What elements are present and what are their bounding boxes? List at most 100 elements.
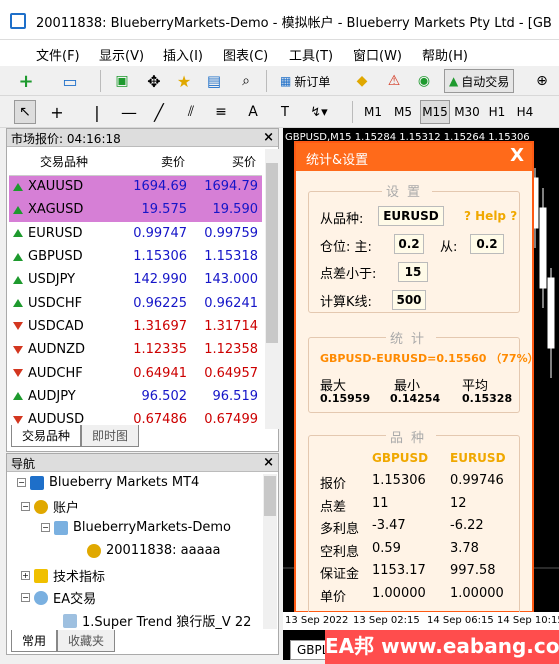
symbol-2-value: -6.22: [450, 518, 484, 533]
menu-help[interactable]: 帮助(H): [422, 45, 468, 64]
symbol-2-value: 0.99746: [450, 473, 504, 488]
table-row[interactable]: AUDJPY 96.502 96.519: [9, 385, 262, 408]
tf-h4[interactable]: H4: [514, 100, 536, 124]
from-symbol-input[interactable]: EURUSD: [378, 206, 444, 226]
auto-trade-button[interactable]: ▲ 自动交易: [444, 69, 515, 93]
column-header-ask[interactable]: 买价: [191, 149, 262, 176]
window-title: 20011838: BlueberryMarkets-Demo - 模拟帐户 -…: [36, 16, 552, 31]
ask-cell: 1.31714: [204, 318, 258, 334]
line-studies-toolbar: ↖ + | — ╱ ⫽ ≡ A T ↯▾ M1 M5 M15 M30 H1 H4: [0, 96, 559, 128]
accounts-icon: [34, 499, 48, 514]
menu-tools[interactable]: 工具(T): [289, 45, 333, 64]
kline-input[interactable]: 500: [392, 290, 426, 310]
tab-favorites[interactable]: 收藏夹: [57, 630, 116, 652]
table-row[interactable]: USDCAD 1.31697 1.31714: [9, 315, 262, 338]
meta-editor-icon[interactable]: ◆: [350, 69, 374, 93]
symbol-cell: XAGUSD: [9, 198, 119, 222]
menu-insert[interactable]: 插入(I): [163, 45, 203, 64]
table-row[interactable]: USDJPY 142.990 143.000: [9, 268, 262, 291]
navigator-icon[interactable]: ★: [172, 69, 196, 93]
tree-account-item[interactable]: 20011838: aaaaa: [87, 543, 221, 558]
zoom-in-icon[interactable]: ⊕: [530, 69, 554, 93]
tab-common[interactable]: 常用: [11, 630, 58, 652]
scrollbar-thumb[interactable]: [266, 163, 278, 343]
position-sub-label: 从:: [440, 240, 458, 255]
tf-h1[interactable]: H1: [486, 100, 508, 124]
arrows-dropdown-icon[interactable]: ↯▾: [304, 100, 334, 124]
tab-tick-chart[interactable]: 即时图: [81, 425, 140, 447]
standard-toolbar: + ▭ ▣ ✥ ★ ▤ ⌕ ▦ 新订单 ◆ ⚠ ◉ ▲ 自动交易 ⊕: [0, 66, 559, 96]
table-row[interactable]: XAGUSD 19.575 19.590: [9, 198, 262, 222]
close-icon[interactable]: ×: [263, 130, 274, 145]
indicators-icon: [34, 568, 48, 583]
trendline-icon[interactable]: ╱: [148, 100, 170, 124]
bid-cell: 142.990: [133, 272, 187, 288]
help-link[interactable]: ? Help ?: [464, 209, 517, 223]
symbol-cell: XAUUSD: [9, 175, 119, 199]
tab-symbols[interactable]: 交易品种: [11, 425, 82, 447]
tf-m1[interactable]: M1: [360, 100, 386, 124]
horizontal-line-icon[interactable]: —: [118, 100, 140, 124]
tree-root[interactable]: − Blueberry Markets MT4: [17, 475, 199, 490]
new-order-button[interactable]: ▦ 新订单: [276, 69, 334, 93]
dialog-close-button[interactable]: X: [510, 145, 524, 166]
symbol-row-label: 保证金: [320, 567, 360, 582]
signals-icon[interactable]: ◉: [412, 69, 436, 93]
label-tool-icon[interactable]: T: [274, 100, 296, 124]
table-row[interactable]: EURUSD 0.99747 0.99759: [9, 222, 262, 245]
table-row[interactable]: AUDNZD 1.12335 1.12358: [9, 338, 262, 361]
ask-cell: 0.96241: [204, 295, 258, 311]
channel-icon[interactable]: ⫽: [180, 100, 202, 124]
tree-ea-item[interactable]: 1.Super Trend 狼行版_V 22: [63, 611, 251, 630]
column-header-symbol[interactable]: 交易品种: [9, 149, 119, 176]
menu-window[interactable]: 窗口(W): [353, 45, 402, 64]
strategy-tester-icon[interactable]: ⌕: [234, 69, 258, 93]
menu-view[interactable]: 显示(V): [99, 45, 144, 64]
symbol-row-label: 点差: [320, 499, 347, 515]
symbol-cell: USDJPY: [9, 268, 119, 291]
profiles-icon[interactable]: ▭: [58, 69, 82, 93]
symbol-1-value: 1.00000: [372, 585, 426, 601]
vertical-line-icon[interactable]: |: [86, 100, 108, 124]
data-window-icon[interactable]: ✥: [142, 69, 166, 93]
column-header-bid[interactable]: 卖价: [119, 149, 191, 176]
position-main-input[interactable]: 0.2: [394, 234, 424, 254]
menu-file[interactable]: 文件(F): [36, 45, 80, 64]
table-row[interactable]: GBPUSD 1.15306 1.15318: [9, 245, 262, 268]
tree-indicators[interactable]: + 技术指标: [21, 566, 105, 585]
tree-server[interactable]: − BlueberryMarkets-Demo: [41, 520, 231, 535]
arrow-up-icon: [13, 182, 23, 191]
symbol-1-value: 0.59: [372, 540, 401, 556]
stats-settings-dialog: 统计&设置 X 设置 从品种: EURUSD ? Help ? 仓位: 主: 0…: [294, 141, 539, 615]
symbol-cell: USDCAD: [9, 315, 119, 338]
close-icon[interactable]: ×: [263, 455, 274, 470]
crosshair-icon[interactable]: +: [46, 100, 68, 124]
tf-m15[interactable]: M15: [420, 100, 450, 124]
market-watch-icon[interactable]: ▣: [110, 69, 134, 93]
spread-input[interactable]: 15: [398, 262, 428, 282]
menu-chart[interactable]: 图表(C): [223, 45, 268, 64]
position-sub-input[interactable]: 0.2: [470, 234, 504, 254]
text-tool-icon[interactable]: A: [242, 100, 264, 124]
tree-expert-advisors[interactable]: − EA交易: [21, 588, 96, 607]
tf-m30[interactable]: M30: [452, 100, 482, 124]
symbol-2-value: 997.58: [450, 563, 496, 578]
dialog-header: 统计&设置 X: [296, 143, 532, 171]
cursor-icon[interactable]: ↖: [14, 100, 36, 124]
tf-m5[interactable]: M5: [390, 100, 416, 124]
navigator-panel: 导航 × − Blueberry Markets MT4 − 账户 − Blueber…: [6, 453, 279, 655]
bid-cell: 1.15306: [133, 249, 187, 265]
new-chart-icon[interactable]: +: [14, 69, 38, 93]
terminal-icon[interactable]: ▤: [202, 69, 226, 93]
terminal-icon: [30, 475, 44, 490]
table-row[interactable]: AUDCHF 0.64941 0.64957: [9, 361, 262, 384]
avg-value: 0.15328: [462, 392, 513, 405]
symbol-2-header: EURUSD: [450, 451, 506, 465]
alert-icon[interactable]: ⚠: [382, 69, 406, 93]
user-icon: [87, 543, 101, 558]
navigator-scrollbar[interactable]: [263, 474, 277, 629]
tree-accounts[interactable]: − 账户: [21, 497, 79, 516]
table-row[interactable]: XAUUSD 1694.69 1694.79: [9, 175, 262, 199]
table-row[interactable]: USDCHF 0.96225 0.96241: [9, 291, 262, 314]
fibonacci-icon[interactable]: ≡: [210, 100, 232, 124]
